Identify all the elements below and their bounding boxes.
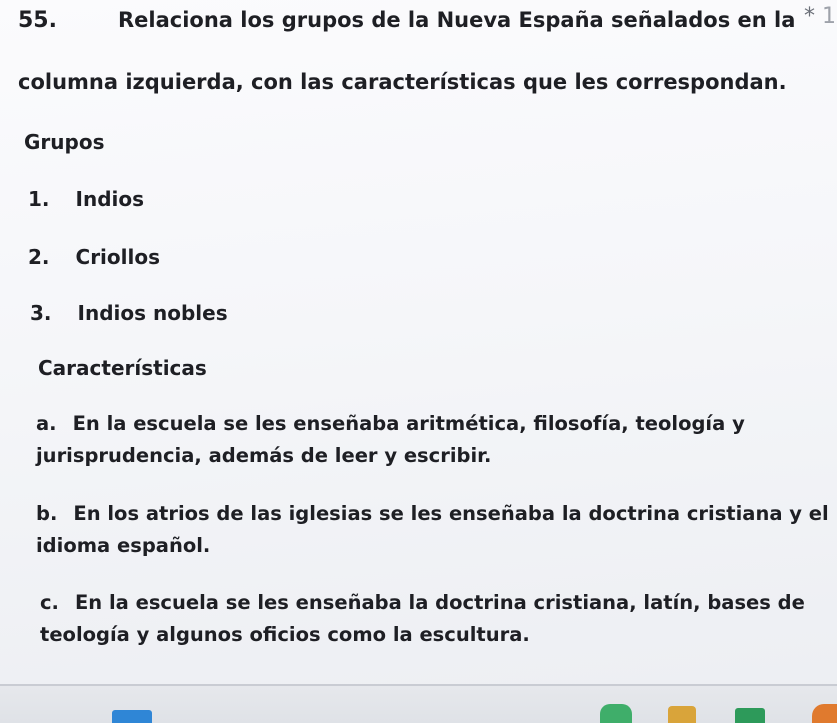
group-item-indios: 1. Indios bbox=[28, 187, 144, 211]
characteristic-text: En los atrios de las iglesias se les ens… bbox=[73, 502, 829, 525]
group-item-criollos: 2. Criollos bbox=[28, 245, 160, 269]
characteristic-c-line-1: c. En la escuela se les enseñaba la doctr… bbox=[40, 591, 805, 614]
group-item-indios-nobles: 3. Indios nobles bbox=[30, 301, 228, 325]
question-text-line-2: columna izquierda, con las característic… bbox=[18, 70, 787, 94]
required-tail: 1 bbox=[822, 4, 836, 29]
groups-heading: Grupos bbox=[24, 130, 105, 154]
taskbar-app-icon[interactable] bbox=[112, 710, 152, 723]
characteristic-label: c. bbox=[40, 591, 59, 614]
question-number: 55. bbox=[18, 8, 57, 33]
characteristic-text: En la escuela se les enseñaba aritmética… bbox=[72, 412, 745, 435]
required-marker: * 1 bbox=[804, 4, 836, 29]
group-number: 3. bbox=[30, 301, 52, 325]
characteristic-a-line-1: a. En la escuela se les enseñaba aritméti… bbox=[36, 412, 745, 435]
taskbar-app-icon[interactable] bbox=[668, 706, 696, 723]
taskbar-strip bbox=[0, 686, 837, 723]
characteristics-heading: Características bbox=[38, 356, 207, 380]
taskbar-app-icon[interactable] bbox=[812, 704, 837, 723]
group-number: 1. bbox=[28, 187, 50, 211]
taskbar-app-icon[interactable] bbox=[600, 704, 632, 723]
group-label: Criollos bbox=[75, 245, 161, 269]
group-number: 2. bbox=[28, 245, 50, 269]
characteristic-text: En la escuela se les enseñaba la doctrin… bbox=[74, 591, 805, 614]
required-asterisk: * bbox=[804, 4, 815, 29]
characteristic-a-line-2: jurisprudencia, además de leer y escribi… bbox=[36, 444, 492, 467]
characteristic-label: a. bbox=[36, 412, 57, 435]
characteristic-b-line-1: b. En los atrios de las iglesias se les e… bbox=[36, 502, 829, 525]
taskbar-app-icon[interactable] bbox=[735, 708, 765, 723]
question-text-line-1: Relaciona los grupos de la Nueva España … bbox=[118, 8, 796, 32]
characteristic-b-line-2: idioma español. bbox=[36, 534, 211, 557]
characteristic-label: b. bbox=[36, 502, 58, 525]
group-label: Indios bbox=[75, 187, 145, 211]
group-label: Indios nobles bbox=[77, 301, 228, 325]
characteristic-c-line-2: teología y algunos oficios como la escul… bbox=[40, 623, 530, 646]
